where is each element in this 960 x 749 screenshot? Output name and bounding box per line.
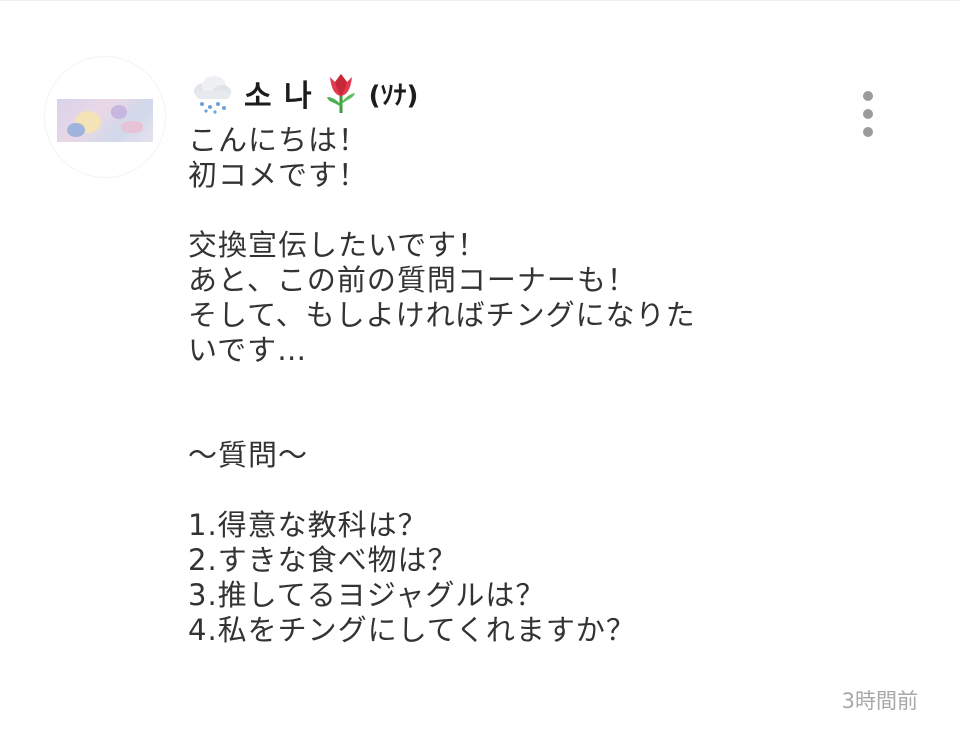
author-suffix: (ｿﾅ) [368,80,419,111]
comment-line: あと、この前の質問コーナーも！ [188,263,637,297]
comment-timestamp: 3時間前 [841,689,918,713]
comment-line: 初コメです！ [188,158,369,192]
author-name[interactable]: 소 나 [244,71,313,115]
comment-line: 〜質問〜 [188,438,309,472]
comment-line: 4.私をチングにしてくれますか？ [188,613,636,647]
tulip-icon [323,71,359,115]
author-row: 소 나 (ｿﾅ) [190,69,418,117]
comment-line: そして、もしよければチングになりた [188,298,696,332]
more-vertical-icon [863,91,873,101]
cloud-snow-icon [190,71,234,115]
comment-line: 1.得意な教科は？ [188,508,428,542]
avatar[interactable] [45,57,165,177]
comment-line: こんにちは！ [188,123,369,157]
comment-line: 2.すきな食べ物は？ [188,543,458,577]
more-options-button[interactable] [852,89,884,139]
comment-body: こんにちは！ 初コメです！ 交換宣伝したいです！ あと、この前の質問コーナーも！… [188,123,828,648]
comment-line: いです… [188,333,308,367]
avatar-image [57,99,153,142]
comment-line: 3.推してるヨジャグルは？ [188,578,546,612]
comment-line: 交換宣伝したいです！ [188,228,488,262]
comment-card: 소 나 (ｿﾅ) こんにちは！ 初コメです！ 交換宣伝したいです！ あと、この前… [0,0,960,749]
